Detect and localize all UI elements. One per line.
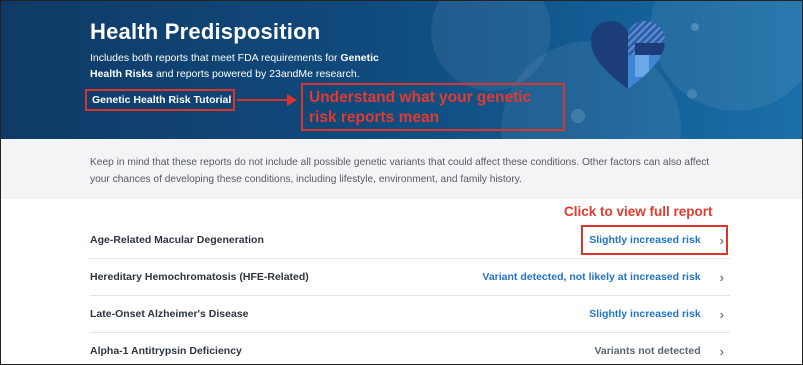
heart-icon [591,21,665,89]
annotation-arrow-head [287,94,297,106]
page-title: Health Predisposition [90,19,321,44]
chevron-right-icon: › [719,343,724,359]
page-description: Includes both reports that meet FDA requ… [90,52,379,80]
report-name: Alpha-1 Antitrypsin Deficiency [90,345,242,357]
report-row[interactable]: Hereditary Hemochromatosis (HFE-Related)… [90,259,730,296]
report-name: Age-Related Macular Degeneration [90,234,264,246]
decor-dot [691,23,699,31]
report-status: Variants not detected [594,345,701,357]
report-row[interactable]: Alpha-1 Antitrypsin Deficiency Variants … [90,333,730,364]
tutorial-callout: Understand what your genetic risk report… [301,83,565,131]
tutorial-link[interactable]: Genetic Health Risk Tutorial [85,89,235,111]
chevron-right-icon: › [719,306,724,322]
decor-dot [571,109,585,123]
page-header: Health Predisposition Includes both repo… [1,1,802,139]
report-name: Late-Onset Alzheimer's Disease [90,308,249,320]
report-row[interactable]: Late-Onset Alzheimer's Disease Slightly … [90,296,730,333]
annotation-arrow [237,99,289,101]
disclaimer-note: Keep in mind that these reports do not i… [90,157,710,185]
chevron-right-icon: › [719,269,724,285]
view-report-annotation: Click to view full report [564,204,713,219]
report-name: Hereditary Hemochromatosis (HFE-Related) [90,271,309,283]
report-highlight-box [581,225,728,255]
report-status: Variant detected, not likely at increase… [482,271,701,283]
tutorial-link-label: Genetic Health Risk Tutorial [92,94,232,106]
report-status: Slightly increased risk [589,308,701,320]
app-frame: Health Predisposition Includes both repo… [0,0,803,365]
decor-dot [687,89,697,99]
